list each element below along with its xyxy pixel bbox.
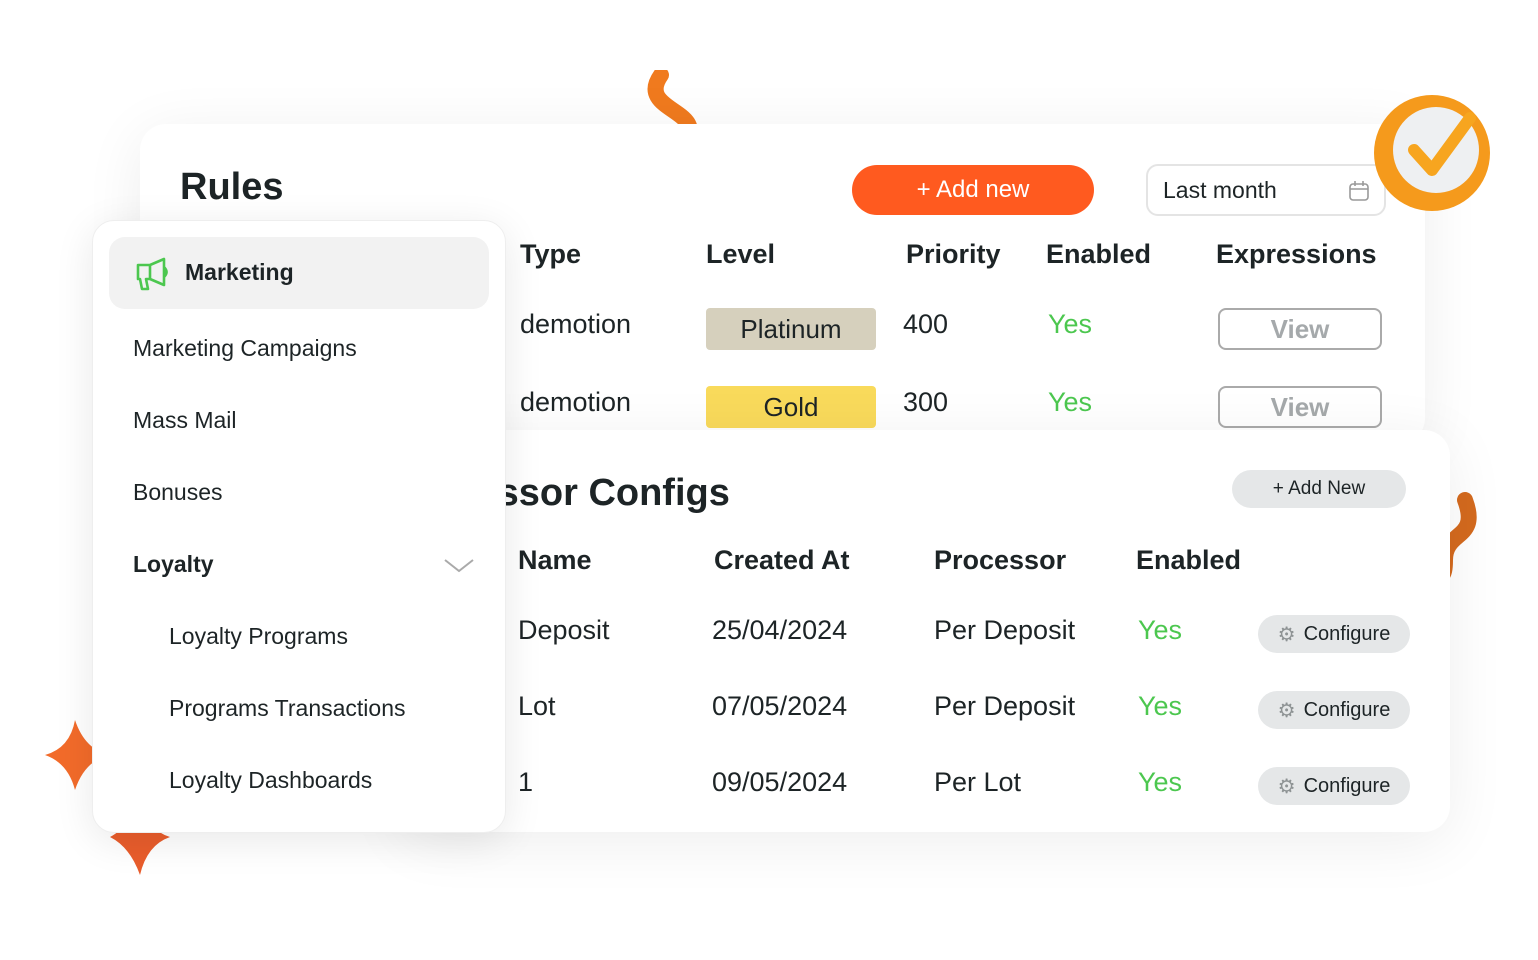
col-enabled: Enabled (1046, 239, 1152, 269)
cell-enabled: Yes (1138, 691, 1183, 721)
processor-configs-card: Processor Configs + Add New Name Created… (400, 430, 1450, 832)
configure-button[interactable]: ⚙ Configure (1258, 615, 1410, 653)
cell-processor: Per Lot (934, 767, 1022, 797)
chevron-down-icon[interactable] (443, 557, 475, 575)
sidebar-item-label: Marketing (185, 259, 294, 285)
col-type: Type (520, 239, 582, 269)
configure-button[interactable]: ⚙ Configure (1258, 691, 1410, 729)
checkmark-badge-icon (1374, 95, 1490, 211)
level-badge: Gold (706, 386, 876, 428)
megaphone-icon (136, 257, 168, 291)
configure-label: Configure (1303, 622, 1391, 645)
add-new-config-button[interactable]: + Add New (1232, 470, 1406, 508)
date-filter[interactable]: Last month (1146, 164, 1386, 216)
cell-enabled: Yes (1138, 767, 1183, 797)
col-created-at: Created At (714, 545, 850, 575)
gear-icon: ⚙ (1277, 623, 1296, 646)
col-enabled: Enabled (1136, 545, 1242, 575)
sidebar-item-mass-mail[interactable]: Mass Mail (133, 407, 237, 434)
view-button[interactable]: View (1218, 386, 1382, 428)
date-filter-value: Last month (1163, 176, 1277, 203)
cell-created: 09/05/2024 (712, 767, 848, 797)
col-processor: Processor (934, 545, 1067, 575)
cell-priority: 300 (903, 387, 949, 417)
sidebar-item-loyalty-programs[interactable]: Loyalty Programs (169, 623, 348, 650)
col-level: Level (706, 239, 776, 269)
cell-name: Deposit (518, 615, 610, 645)
cell-type: demotion (520, 387, 632, 417)
calendar-icon (1349, 181, 1369, 201)
gear-icon: ⚙ (1277, 775, 1296, 798)
cell-enabled: Yes (1048, 387, 1093, 417)
view-button[interactable]: View (1218, 308, 1382, 350)
col-priority: Priority (906, 239, 1001, 269)
level-badge: Platinum (706, 308, 876, 350)
sidebar-group-loyalty[interactable]: Loyalty (133, 551, 214, 578)
gear-icon: ⚙ (1277, 699, 1296, 722)
cell-name: Lot (518, 691, 556, 721)
cell-created: 25/04/2024 (712, 615, 848, 645)
sidebar-item-loyalty-dashboards[interactable]: Loyalty Dashboards (169, 767, 372, 794)
cell-enabled: Yes (1138, 615, 1183, 645)
cell-enabled: Yes (1048, 309, 1093, 339)
cell-priority: 400 (903, 309, 949, 339)
sidebar: Marketing Marketing Campaigns Mass Mail … (92, 220, 506, 833)
cell-created: 07/05/2024 (712, 691, 848, 721)
configure-button[interactable]: ⚙ Configure (1258, 767, 1410, 805)
sidebar-item-marketing[interactable]: Marketing (109, 237, 489, 309)
cell-processor: Per Deposit (934, 615, 1076, 645)
sidebar-item-programs-transactions[interactable]: Programs Transactions (169, 695, 405, 722)
sidebar-item-marketing-campaigns[interactable]: Marketing Campaigns (133, 335, 357, 362)
page-title: Rules (180, 166, 284, 208)
cell-processor: Per Deposit (934, 691, 1076, 721)
sidebar-item-bonuses[interactable]: Bonuses (133, 479, 223, 506)
cell-type: demotion (520, 309, 632, 339)
col-name: Name (518, 545, 592, 575)
add-new-button[interactable]: + Add new (852, 165, 1094, 215)
configure-label: Configure (1303, 698, 1391, 721)
configure-label: Configure (1303, 774, 1391, 797)
col-expressions: Expressions (1216, 239, 1377, 269)
cell-name: 1 (518, 767, 534, 797)
